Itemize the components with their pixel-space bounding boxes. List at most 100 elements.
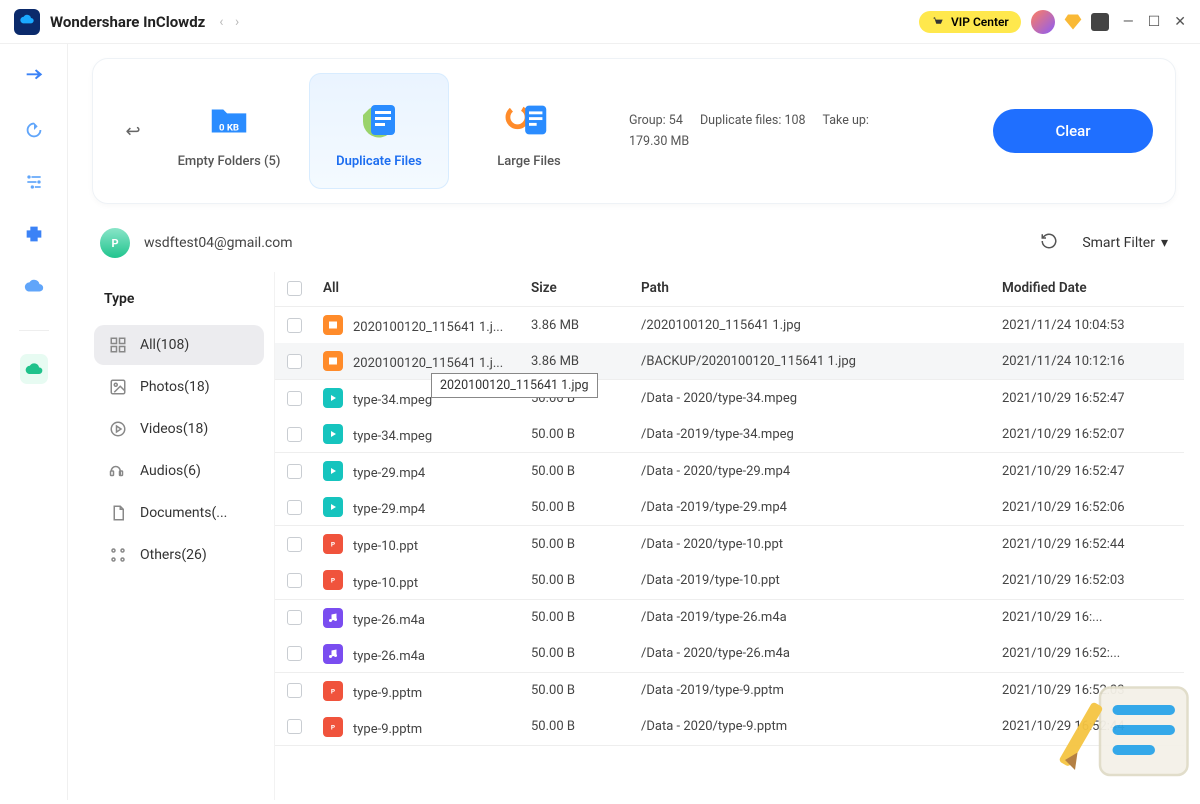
row-checkbox[interactable] [287, 354, 302, 369]
rail-cloud-icon[interactable] [20, 272, 48, 300]
rail-sliders-icon[interactable] [20, 168, 48, 196]
file-date: 2021/10/29 16:52:44 [1002, 537, 1172, 552]
file-name: type-26.m4a [353, 613, 425, 628]
minimize-icon[interactable]: — [1123, 14, 1134, 30]
table-row[interactable]: type-34.mpeg 50.00 B/Data -2019/type-34.m… [275, 416, 1184, 452]
rail-separator [19, 330, 49, 331]
file-date: 2021/10/29 16:52:03 [1002, 683, 1172, 698]
table-row[interactable]: type-26.m4a50.00 B/Data - 2020/type-26.m… [275, 636, 1184, 672]
file-size: 50.00 B [531, 537, 641, 552]
close-icon[interactable]: ✕ [1174, 14, 1186, 30]
file-path: /Data -2019/type-34.mpeg [641, 427, 1002, 442]
file-path: /BACKUP/2020100120_115641 1.jpg [641, 354, 1002, 369]
table-row[interactable]: type-26.m4a50.00 B/Data -2019/type-26.m4… [275, 600, 1184, 636]
vip-center-button[interactable]: VIP Center [919, 11, 1021, 33]
table-row[interactable]: type-34.mpeg50.00 B/Data - 2020/type-34.… [275, 380, 1184, 416]
svg-text:P: P [331, 577, 335, 585]
left-rail [0, 44, 68, 800]
row-checkbox[interactable] [287, 318, 302, 333]
table-row[interactable]: Ptype-9.pptm50.00 B/Data -2019/type-9.pp… [275, 673, 1184, 709]
table-row[interactable]: Ptype-9.pptm50.00 B/Data - 2020/type-9.p… [275, 709, 1184, 745]
card-icon: 0 KB [199, 94, 259, 148]
file-name: type-10.ppt [353, 576, 418, 591]
clipboard-icon[interactable] [1091, 13, 1109, 31]
category-cards: 0 KBEmpty Folders (5) Duplicate Files Larg… [159, 73, 599, 189]
file-type-icon [323, 388, 343, 408]
nav-forward-icon[interactable]: › [231, 14, 243, 30]
rail-pcloud-icon[interactable] [20, 355, 48, 383]
row-checkbox[interactable] [287, 500, 302, 515]
file-size: 50.00 B [531, 683, 641, 698]
row-checkbox[interactable] [287, 610, 302, 625]
back-button[interactable]: ↩ [115, 113, 151, 149]
table-row[interactable]: type-29.mp450.00 B/Data - 2020/type-29.m… [275, 453, 1184, 489]
rail-transfer-icon[interactable] [20, 64, 48, 92]
sidebar-item-icon [108, 545, 128, 565]
row-checkbox[interactable] [287, 464, 302, 479]
window-controls: — ☐ ✕ [1123, 14, 1186, 30]
row-checkbox[interactable] [287, 646, 302, 661]
stats-group: Group: 54 [629, 113, 683, 128]
category-card-2[interactable]: Large Files [459, 73, 599, 189]
file-size: 50.00 B [531, 500, 641, 515]
row-checkbox[interactable] [287, 391, 302, 406]
row-checkbox[interactable] [287, 427, 302, 442]
sidebar-head: Type [84, 281, 274, 323]
table-row[interactable]: Ptype-10.ppt50.00 B/Data -2019/type-10.p… [275, 562, 1184, 598]
nav-back-icon[interactable]: ‹ [215, 14, 227, 30]
chevron-down-icon: ▾ [1161, 235, 1168, 251]
table-row[interactable]: Ptype-10.ppt50.00 B/Data - 2020/type-10.… [275, 526, 1184, 562]
sidebar-item-2[interactable]: Videos(18) [94, 409, 264, 449]
file-type-icon: P [323, 681, 343, 701]
diamond-icon[interactable] [1063, 12, 1083, 32]
category-card-0[interactable]: 0 KBEmpty Folders (5) [159, 73, 299, 189]
table-group: type-34.mpeg 50.00 B/Data - 2020/type-34.… [275, 380, 1184, 453]
file-table: All Size Path Modified Date 2020100120_1… [274, 272, 1184, 800]
file-path: /Data - 2020/type-34.mpeg [641, 391, 1002, 406]
card-label: Large Files [497, 154, 561, 169]
file-size: 50.00 B [531, 427, 641, 442]
file-type-icon [323, 315, 343, 335]
sidebar-item-1[interactable]: Photos(18) [94, 367, 264, 407]
file-size: 50.00 B [531, 610, 641, 625]
row-checkbox[interactable] [287, 683, 302, 698]
file-path: /2020100120_115641 1.jpg [641, 318, 1002, 333]
table-row[interactable]: 2020100120_115641 1.j...3.86 MB/BACKUP/2… [275, 343, 1184, 379]
sidebar-item-5[interactable]: Others(26) [94, 535, 264, 575]
sidebar-item-4[interactable]: Documents(... [94, 493, 264, 533]
file-name: type-34.mpeg [353, 393, 432, 408]
table-row[interactable]: type-29.mp450.00 B/Data -2019/type-29.mp… [275, 489, 1184, 525]
rail-puzzle-icon[interactable] [20, 220, 48, 248]
table-body: 2020100120_115641 1.j...3.86 MB/20201001… [275, 307, 1184, 800]
stats-block: Group: 54 Duplicate files: 108 Take up: … [629, 110, 883, 153]
file-type-icon: P [323, 717, 343, 737]
sidebar-item-icon [108, 335, 128, 355]
file-type-icon [323, 497, 343, 517]
file-type-icon: P [323, 534, 343, 554]
col-path: Path [641, 280, 1002, 296]
refresh-icon[interactable] [1040, 232, 1058, 254]
file-date: 2021/11/24 10:04:53 [1002, 318, 1172, 333]
avatar[interactable] [1031, 10, 1055, 34]
row-checkbox[interactable] [287, 537, 302, 552]
file-size: 50.00 B [531, 573, 641, 588]
clear-button[interactable]: Clear [993, 109, 1153, 153]
smart-filter-dropdown[interactable]: Smart Filter ▾ [1082, 235, 1168, 251]
select-all-checkbox[interactable] [287, 281, 302, 296]
category-card-1[interactable]: Duplicate Files [309, 73, 449, 189]
col-all: All [321, 280, 531, 296]
file-size: 50.00 B [531, 646, 641, 661]
sidebar-item-3[interactable]: Audios(6) [94, 451, 264, 491]
file-path: /Data - 2020/type-26.m4a [641, 646, 1002, 661]
app-title: Wondershare InClowdz [50, 13, 205, 31]
card-label: Duplicate Files [336, 154, 422, 169]
rail-sync-icon[interactable] [20, 116, 48, 144]
maximize-icon[interactable]: ☐ [1148, 14, 1161, 30]
row-checkbox[interactable] [287, 719, 302, 734]
sidebar-item-label: Videos(18) [140, 421, 208, 437]
file-path: /Data - 2020/type-29.mp4 [641, 464, 1002, 479]
row-checkbox[interactable] [287, 573, 302, 588]
table-row[interactable]: 2020100120_115641 1.j...3.86 MB/20201001… [275, 307, 1184, 343]
sidebar-item-0[interactable]: All(108) [94, 325, 264, 365]
file-name: type-34.mpeg [353, 429, 432, 444]
